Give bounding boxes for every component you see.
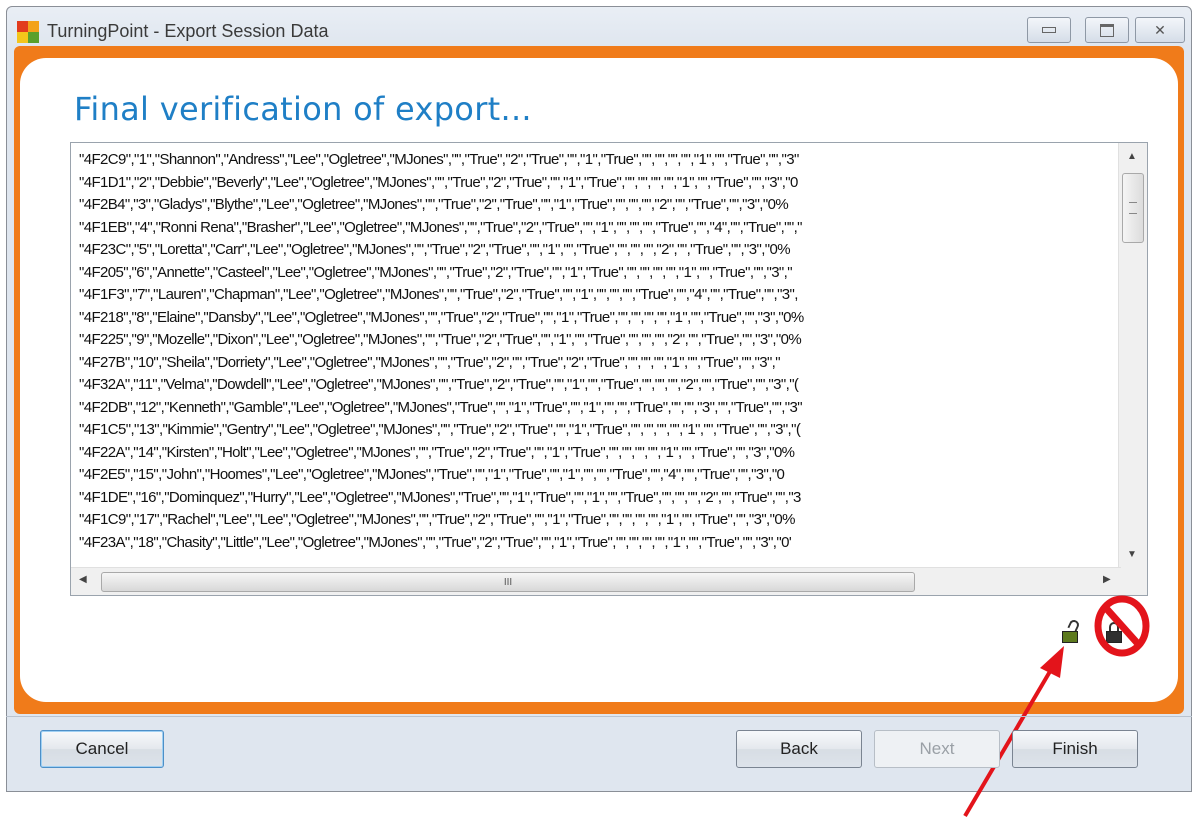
next-button[interactable]: Next: [874, 730, 1000, 768]
cancel-button[interactable]: Cancel: [40, 730, 164, 768]
maximize-icon: [1100, 23, 1114, 37]
export-preview-text[interactable]: "4F2C9","1","Shannon","Andress","Lee","O…: [79, 149, 1119, 567]
finish-button[interactable]: Finish: [1012, 730, 1138, 768]
scroll-left-arrow-icon[interactable]: ◀: [79, 574, 87, 585]
export-line: "4F225","9","Mozelle","Dixon","Lee","Ogl…: [79, 331, 802, 348]
minimize-icon: [1042, 27, 1056, 33]
turningpoint-app-icon: [17, 21, 39, 43]
horizontal-scroll-thumb[interactable]: III: [101, 572, 915, 592]
minimize-button[interactable]: [1027, 17, 1071, 43]
vertical-scroll-thumb[interactable]: [1122, 173, 1144, 243]
scrollbar-corner: [1119, 568, 1147, 595]
window-title: TurningPoint - Export Session Data: [47, 21, 329, 41]
page-title: Final verification of export...: [74, 90, 532, 128]
export-line: "4F2C9","1","Shannon","Andress","Lee","O…: [79, 151, 799, 168]
maximize-button[interactable]: [1085, 17, 1129, 43]
scroll-right-arrow-icon[interactable]: ▶: [1103, 574, 1111, 585]
scroll-grip: III: [503, 576, 513, 588]
export-line: "4F27B","10","Sheila","Dorriety","Lee","…: [79, 353, 781, 371]
close-icon: ✕: [1154, 21, 1166, 38]
close-button[interactable]: ✕: [1135, 17, 1185, 43]
export-line: "4F218","8","Elaine","Dansby","Lee","Ogl…: [79, 308, 804, 326]
scroll-up-arrow-icon[interactable]: ▲: [1127, 151, 1137, 162]
horizontal-scrollbar[interactable]: ◀ III ▶: [71, 567, 1121, 595]
export-line: "4F2E5","15","John","Hoomes","Lee","Ogle…: [79, 466, 785, 483]
export-line: "4F2B4","3","Gladys","Blythe","Lee","Ogl…: [79, 196, 789, 213]
export-line: "4F1DE","16","Dominquez","Hurry","Lee","…: [79, 488, 801, 506]
export-preview-textbox[interactable]: "4F2C9","1","Shannon","Andress","Lee","O…: [70, 142, 1148, 596]
export-line: "4F1F3","7","Lauren","Chapman","Lee","Og…: [79, 286, 798, 303]
scroll-down-arrow-icon[interactable]: ▼: [1127, 549, 1137, 560]
back-button[interactable]: Back: [736, 730, 862, 768]
export-line: "4F1EB","4","Ronni Rena","Brasher","Lee"…: [79, 218, 802, 236]
export-line: "4F2DB","12","Kenneth","Gamble","Lee","O…: [79, 398, 803, 416]
export-line: "4F1D1","2","Debbie","Beverly","Lee","Og…: [79, 173, 798, 191]
export-line: "4F22A","14","Kirsten","Holt","Lee","Ogl…: [79, 443, 795, 461]
footer-separator: [6, 716, 1192, 717]
export-line: "4F23A","18","Chasity","Little","Lee","O…: [79, 533, 792, 551]
prohibited-sign-icon: [1094, 595, 1150, 657]
export-line: "4F23C","5","Loretta","Carr","Lee","Ogle…: [79, 241, 791, 258]
export-line: "4F1C9","17","Rachel","Lee","Lee","Oglet…: [79, 511, 795, 528]
unlocked-padlock-icon[interactable]: [1062, 618, 1081, 644]
export-line: "4F1C5","13","Kimmie","Gentry","Lee","Og…: [79, 421, 801, 438]
vertical-scrollbar[interactable]: ▲ ▼: [1118, 143, 1147, 569]
export-line: "4F32A","11","Velma","Dowdell","Lee","Og…: [79, 376, 799, 393]
export-line: "4F205","6","Annette","Casteel","Lee","O…: [79, 263, 793, 281]
